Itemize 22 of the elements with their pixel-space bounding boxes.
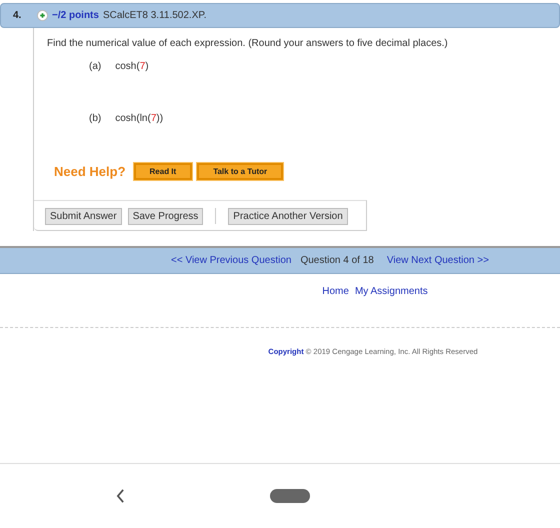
home-icon[interactable]: [270, 489, 310, 503]
need-help-label: Need Help?: [54, 163, 126, 181]
next-link[interactable]: View Next Question >>: [386, 252, 489, 268]
previous-link[interactable]: << View Previous Question: [171, 252, 292, 268]
nav-link[interactable]: My Assignments: [354, 284, 428, 298]
save-button[interactable]: Save Progress: [128, 208, 204, 224]
nav-link[interactable]: Home: [322, 284, 349, 298]
question-code: SCalcET8 3.11.502.XP.: [102, 9, 207, 23]
read-it-button[interactable]: Read It: [134, 163, 192, 180]
part-label: (a): [89, 60, 102, 74]
tutor-button[interactable]: Talk to a Tutor: [197, 163, 284, 180]
question-position: Question 4 of 18: [300, 254, 374, 268]
part-label: (b): [89, 112, 102, 126]
question-prompt: Find the numerical value of each expression. (Round your answers to five decimal places.): [47, 37, 449, 51]
practice-button[interactable]: Practice Another Version: [228, 208, 348, 224]
submit-button[interactable]: Submit Answer: [45, 208, 122, 224]
expression: cosh(7): [115, 60, 149, 74]
expression: cosh(ln(7)): [115, 112, 164, 126]
expand-icon[interactable]: [37, 10, 48, 21]
points-label: −/2 points: [52, 9, 99, 23]
question-number: 4.: [13, 9, 22, 23]
back-icon[interactable]: [116, 489, 125, 503]
